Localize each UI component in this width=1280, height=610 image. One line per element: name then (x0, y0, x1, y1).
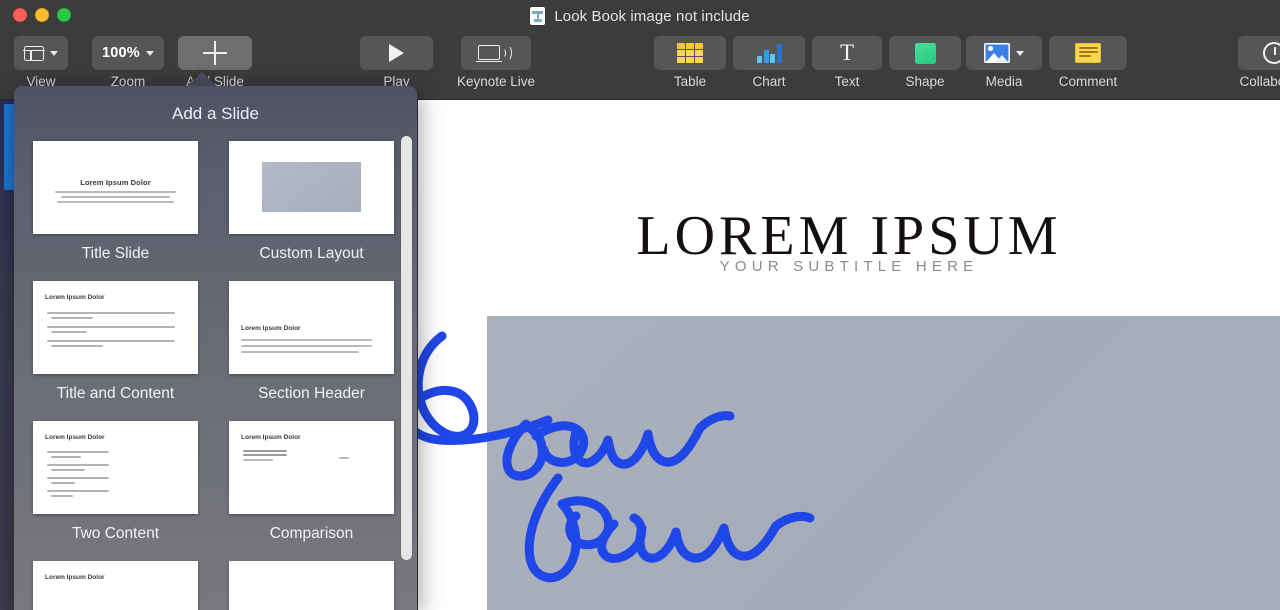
play-icon (389, 44, 404, 62)
thumb-title-text: Lorem Ipsum Dolor (45, 294, 105, 301)
text-button[interactable]: T (812, 36, 882, 70)
layout-label: Custom Layout (222, 245, 401, 263)
toolbar-item-keynote-live[interactable]: Keynote Live (457, 36, 535, 89)
thumb-title-text: Lorem Ipsum Dolor (241, 325, 301, 332)
popover-scrollbar[interactable] (400, 136, 413, 604)
toolbar-item-collaborate[interactable]: Collaborate (1238, 36, 1280, 89)
popover-title: Add a Slide (14, 104, 417, 124)
layout-label: Comparison (222, 525, 401, 543)
toolbar-label-keynote-live: Keynote Live (457, 74, 535, 89)
add-slide-button[interactable] (178, 36, 252, 70)
table-icon (677, 43, 703, 63)
toolbar-label-text: Text (835, 74, 860, 89)
layout-label: Section Header (222, 385, 401, 403)
media-button[interactable] (966, 36, 1042, 70)
view-button[interactable] (14, 36, 68, 70)
slide-canvas[interactable]: LOREM IPSUM YOUR SUBTITLE HERE (418, 100, 1280, 610)
play-button[interactable] (360, 36, 433, 70)
chart-button[interactable] (733, 36, 805, 70)
shape-icon (915, 43, 936, 64)
layout-label: Title Slide (26, 245, 205, 263)
toolbar-label-table: Table (674, 74, 706, 89)
toolbar-item-chart[interactable]: Chart (733, 36, 805, 89)
toolbar-item-shape[interactable]: Shape (889, 36, 961, 89)
layout-option-title-and-content[interactable]: Lorem Ipsum Dolor Title and Content (26, 272, 205, 412)
collaborate-button[interactable] (1238, 36, 1280, 70)
thumb-title-text: Lorem Ipsum Dolor (33, 178, 198, 187)
toolbar-item-play[interactable]: Play (360, 36, 433, 89)
plus-icon (203, 41, 227, 65)
collaborate-icon (1263, 42, 1280, 64)
layout-option-partial-right[interactable] (222, 552, 401, 610)
toolbar-item-table[interactable]: Table (654, 36, 726, 89)
toolbar-item-view[interactable]: View (14, 36, 68, 89)
layout-option-partial-left[interactable]: Lorem Ipsum Dolor (26, 552, 205, 610)
toolbar-item-comment[interactable]: Comment (1049, 36, 1127, 89)
keynote-document-icon (530, 7, 545, 25)
layout-label: Title and Content (26, 385, 205, 403)
layout-option-title-slide[interactable]: Lorem Ipsum Dolor Title Slide (26, 132, 205, 272)
chevron-down-icon (1016, 51, 1024, 56)
layout-label: Two Content (26, 525, 205, 543)
keynote-window: Look Book image not include View 100% Zo… (0, 0, 1280, 610)
chart-icon (756, 43, 782, 63)
layout-option-section-header[interactable]: Lorem Ipsum Dolor Section Header (222, 272, 401, 412)
toolbar-label-comment: Comment (1059, 74, 1118, 89)
layout-thumbnail: Lorem Ipsum Dolor (33, 561, 198, 610)
toolbar-item-media[interactable]: Media (966, 36, 1042, 89)
image-placeholder[interactable] (487, 316, 1280, 610)
thumb-title-text: Lorem Ipsum Dolor (45, 434, 105, 441)
chevron-down-icon (50, 51, 58, 56)
chevron-down-icon (146, 51, 154, 56)
media-icon (984, 43, 1010, 63)
toolbar-label-chart: Chart (752, 74, 785, 89)
layout-thumbnail: Lorem Ipsum Dolor (33, 141, 198, 234)
layout-option-custom-layout[interactable]: Custom Layout (222, 132, 401, 272)
thumb-title-text: Lorem Ipsum Dolor (45, 574, 105, 581)
document-title-area[interactable]: Look Book image not include (0, 0, 1280, 32)
slide-subtitle-text[interactable]: YOUR SUBTITLE HERE (418, 258, 1280, 275)
shape-button[interactable] (889, 36, 961, 70)
layout-list[interactable]: Lorem Ipsum Dolor Title Slide Custom Lay… (14, 132, 417, 610)
thumb-title-text: Lorem Ipsum Dolor (241, 434, 301, 441)
document-title: Look Book image not include (554, 8, 749, 25)
thumb-image-block (262, 162, 361, 212)
title-bar: Look Book image not include (0, 0, 1280, 32)
comment-icon (1075, 43, 1101, 63)
toolbar-item-text[interactable]: T Text (812, 36, 882, 89)
layout-option-comparison[interactable]: Lorem Ipsum Dolor Comparison (222, 412, 401, 552)
layout-thumbnail (229, 141, 394, 234)
add-a-slide-popover[interactable]: Add a Slide Lorem Ipsum Dolor Title Slid… (14, 86, 417, 610)
popover-pointer (186, 72, 218, 87)
layout-option-two-content[interactable]: Lorem Ipsum Dolor Two Content (26, 412, 205, 552)
keynote-live-button[interactable] (461, 36, 531, 70)
toolbar-item-zoom[interactable]: 100% Zoom (92, 36, 164, 89)
layout-thumbnail: Lorem Ipsum Dolor (33, 281, 198, 374)
comment-button[interactable] (1049, 36, 1127, 70)
toolbar-label-collaborate: Collaborate (1239, 74, 1280, 89)
layout-thumbnail: Lorem Ipsum Dolor (33, 421, 198, 514)
slide-title-text[interactable]: LOREM IPSUM (418, 208, 1280, 264)
toolbar-label-shape: Shape (905, 74, 944, 89)
keynote-live-icon (476, 43, 516, 63)
layout-thumbnail (229, 561, 394, 610)
table-button[interactable] (654, 36, 726, 70)
toolbar-label-media: Media (986, 74, 1023, 89)
text-icon: T (840, 43, 854, 63)
layout-thumbnail: Lorem Ipsum Dolor (229, 281, 394, 374)
view-panels-icon (24, 46, 44, 61)
zoom-level-value: 100% (102, 45, 140, 61)
layout-thumbnail: Lorem Ipsum Dolor (229, 421, 394, 514)
zoom-button-toolbar[interactable]: 100% (92, 36, 164, 70)
scrollbar-thumb[interactable] (401, 136, 412, 560)
